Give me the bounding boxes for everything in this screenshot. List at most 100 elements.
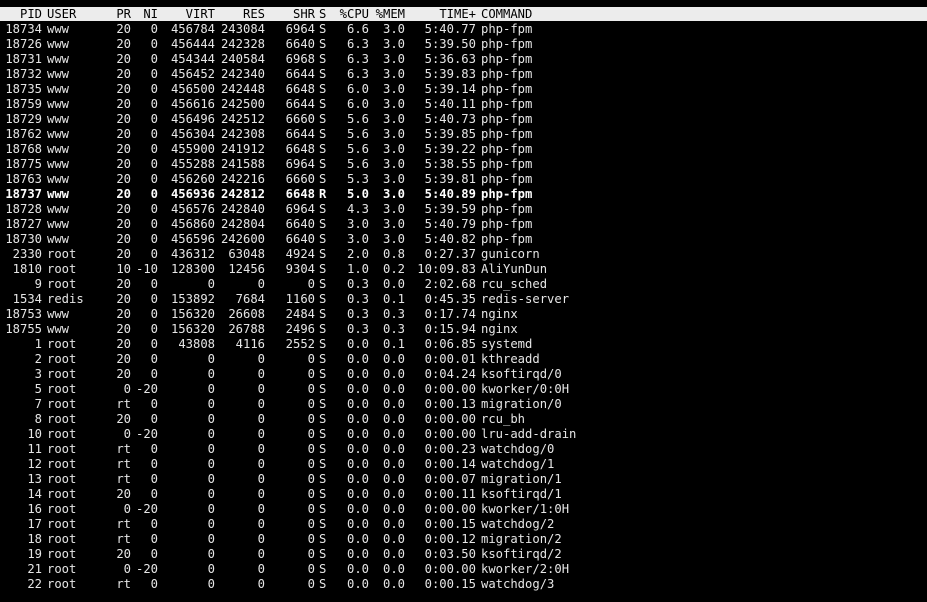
user-cell: www [47,157,70,171]
user-cell: www [47,142,70,156]
user-cell: root [47,247,77,261]
process-row[interactable]: 18768 www 20 0 455900 241912 6648 S 5.6 3.0 5:39.2… [0,142,927,157]
process-row[interactable]: 5 root 0 -20 0 0 0 S 0.0 0.0 0:00.00 kworker/0:0H [0,382,927,397]
process-row[interactable]: 18735 www 20 0 456500 242448 6648 S 6.0 3.0 5:39.1… [0,82,927,97]
process-row[interactable]: 18737 www 20 0 456936 242812 6648 R 5.0 3.0 5:40.8… [0,187,927,202]
time-cell: 5:40.79 [424,217,476,231]
process-row[interactable]: 12 root rt 0 0 0 0 S 0.0 0.0 0:00.14 watchdog/1 [0,457,927,472]
priority-cell: 20 [116,247,131,261]
pid-cell: 18731 [5,52,42,66]
priority-cell: 20 [116,217,131,231]
state-cell: S [319,142,327,156]
state-cell: S [319,532,327,546]
cpu-cell: 0.0 [346,472,369,486]
header-res: RES [242,7,265,21]
virt-cell: 0 [207,562,215,576]
process-row[interactable]: 18726 www 20 0 456444 242328 6640 S 6.3 3.0 5:39.5… [0,37,927,52]
mem-cell: 0.0 [382,517,405,531]
command-cell: kworker/2:0H [481,562,570,576]
cpu-cell: 0.0 [346,457,369,471]
pid-cell: 16 [27,502,42,516]
process-row[interactable]: 8 root 20 0 0 0 0 S 0.0 0.0 0:00.00 rcu_bh [0,412,927,427]
user-cell: root [47,517,77,531]
process-row[interactable]: 21 root 0 -20 0 0 0 S 0.0 0.0 0:00.00 kworker/2:0H [0,562,927,577]
command-cell: watchdog/0 [481,442,555,456]
cpu-cell: 0.0 [346,412,369,426]
user-cell: root [47,427,77,441]
header-time: TIME+ [439,7,476,21]
process-row[interactable]: 18753 www 20 0 156320 26608 2484 S 0.3 0.3 0:17.74… [0,307,927,322]
process-row[interactable]: 18734 www 20 0 456784 243084 6964 S 6.6 3.0 5:40.7… [0,22,927,37]
process-row[interactable]: 19 root 20 0 0 0 0 S 0.0 0.0 0:03.50 ksoftirqd/2 [0,547,927,562]
virt-cell: 0 [207,517,215,531]
process-list: 18734 www 20 0 456784 243084 6964 S 6.6 3.0 5:40.7… [0,22,927,592]
process-row[interactable]: 18763 www 20 0 456260 242216 6660 S 5.3 3.0 5:39.8… [0,172,927,187]
process-row[interactable]: 18759 www 20 0 456616 242500 6644 S 6.0 3.0 5:40.1… [0,97,927,112]
priority-cell: 20 [116,127,131,141]
time-cell: 10:09.83 [417,262,476,276]
command-cell: kworker/1:0H [481,502,570,516]
virt-cell: 0 [207,367,215,381]
priority-cell: 20 [116,52,131,66]
res-cell: 242500 [220,97,265,111]
process-row[interactable]: 1 root 20 0 43808 4116 2552 S 0.0 0.1 0:06.85 syste… [0,337,927,352]
process-row[interactable]: 17 root rt 0 0 0 0 S 0.0 0.0 0:00.15 watchdog/2 [0,517,927,532]
header-pid: PID [19,7,42,21]
process-row[interactable]: 7 root rt 0 0 0 0 S 0.0 0.0 0:00.13 migration/0 [0,397,927,412]
priority-cell: 20 [116,112,131,126]
process-row[interactable]: 18755 www 20 0 156320 26788 2496 S 0.3 0.3 0:15.94… [0,322,927,337]
process-row[interactable]: 18728 www 20 0 456576 242840 6964 S 4.3 3.0 5:39.5… [0,202,927,217]
nice-cell: 0 [150,112,158,126]
res-cell: 0 [257,502,265,516]
state-cell: S [319,277,327,291]
process-row[interactable]: 13 root rt 0 0 0 0 S 0.0 0.0 0:00.07 migration/1 [0,472,927,487]
process-row[interactable]: 18729 www 20 0 456496 242512 6660 S 5.6 3.0 5:40.7… [0,112,927,127]
shr-cell: 6964 [285,202,315,216]
state-cell: S [319,82,327,96]
shr-cell: 4924 [285,247,315,261]
shr-cell: 0 [307,562,315,576]
mem-cell: 0.0 [382,472,405,486]
process-row[interactable]: 11 root rt 0 0 0 0 S 0.0 0.0 0:00.23 watchdog/0 [0,442,927,457]
process-row[interactable]: 1534 redis 20 0 153892 7684 1160 S 0.3 0.1 0:45.35… [0,292,927,307]
state-cell: S [319,457,327,471]
virt-cell: 456860 [170,217,215,231]
process-row[interactable]: 2330 root 20 0 436312 63048 4924 S 2.0 0.8 0:27.37… [0,247,927,262]
state-cell: S [319,157,327,171]
cpu-cell: 0.3 [346,307,369,321]
virt-cell: 0 [207,427,215,441]
time-cell: 0:00.11 [424,487,476,501]
priority-cell: 20 [116,157,131,171]
process-row[interactable]: 22 root rt 0 0 0 0 S 0.0 0.0 0:00.15 watchdog/3 [0,577,927,592]
priority-cell: rt [116,472,131,486]
terminal-window[interactable]: PID USER PR NI VIRT RES SHR S %CPU %MEM … [0,7,927,602]
process-row[interactable]: 18732 www 20 0 456452 242340 6644 S 6.3 3.0 5:39.8… [0,67,927,82]
process-row[interactable]: 10 root 0 -20 0 0 0 S 0.0 0.0 0:00.00 lru-add-drain [0,427,927,442]
virt-cell: 128300 [170,262,215,276]
process-row[interactable]: 14 root 20 0 0 0 0 S 0.0 0.0 0:00.11 ksoftirqd/1 [0,487,927,502]
process-row[interactable]: 18762 www 20 0 456304 242308 6644 S 5.6 3.0 5:39.8… [0,127,927,142]
time-cell: 0:00.13 [424,397,476,411]
state-cell: S [319,322,327,336]
nice-cell: 0 [150,457,158,471]
process-row[interactable]: 18775 www 20 0 455288 241588 6964 S 5.6 3.0 5:38.5… [0,157,927,172]
process-row[interactable]: 1810 root 10 -10 128300 12456 9304 S 1.0 0.2 10:09… [0,262,927,277]
process-row[interactable]: 3 root 20 0 0 0 0 S 0.0 0.0 0:04.24 ksoftirqd/0 [0,367,927,382]
process-row[interactable]: 18730 www 20 0 456596 242600 6640 S 3.0 3.0 5:40.8… [0,232,927,247]
process-row[interactable]: 18731 www 20 0 454344 240584 6968 S 6.3 3.0 5:36.6… [0,52,927,67]
shr-cell: 2496 [285,322,315,336]
pid-cell: 18755 [5,322,42,336]
process-row[interactable]: 16 root 0 -20 0 0 0 S 0.0 0.0 0:00.00 kworker/1:0H [0,502,927,517]
res-cell: 242448 [220,82,265,96]
nice-cell: 0 [150,307,158,321]
time-cell: 0:00.23 [424,442,476,456]
process-row[interactable]: 9 root 20 0 0 0 0 S 0.3 0.0 2:02.68 rcu_sched [0,277,927,292]
command-cell: AliYunDun [481,262,548,276]
process-row[interactable]: 18 root rt 0 0 0 0 S 0.0 0.0 0:00.12 migration/2 [0,532,927,547]
shr-cell: 6964 [285,22,315,36]
process-row[interactable]: 2 root 20 0 0 0 0 S 0.0 0.0 0:00.01 kthreadd [0,352,927,367]
process-row[interactable]: 18727 www 20 0 456860 242804 6640 S 3.0 3.0 5:40.7… [0,217,927,232]
shr-cell: 9304 [285,262,315,276]
command-cell: rcu_sched [481,277,548,291]
nice-cell: -20 [135,427,158,441]
